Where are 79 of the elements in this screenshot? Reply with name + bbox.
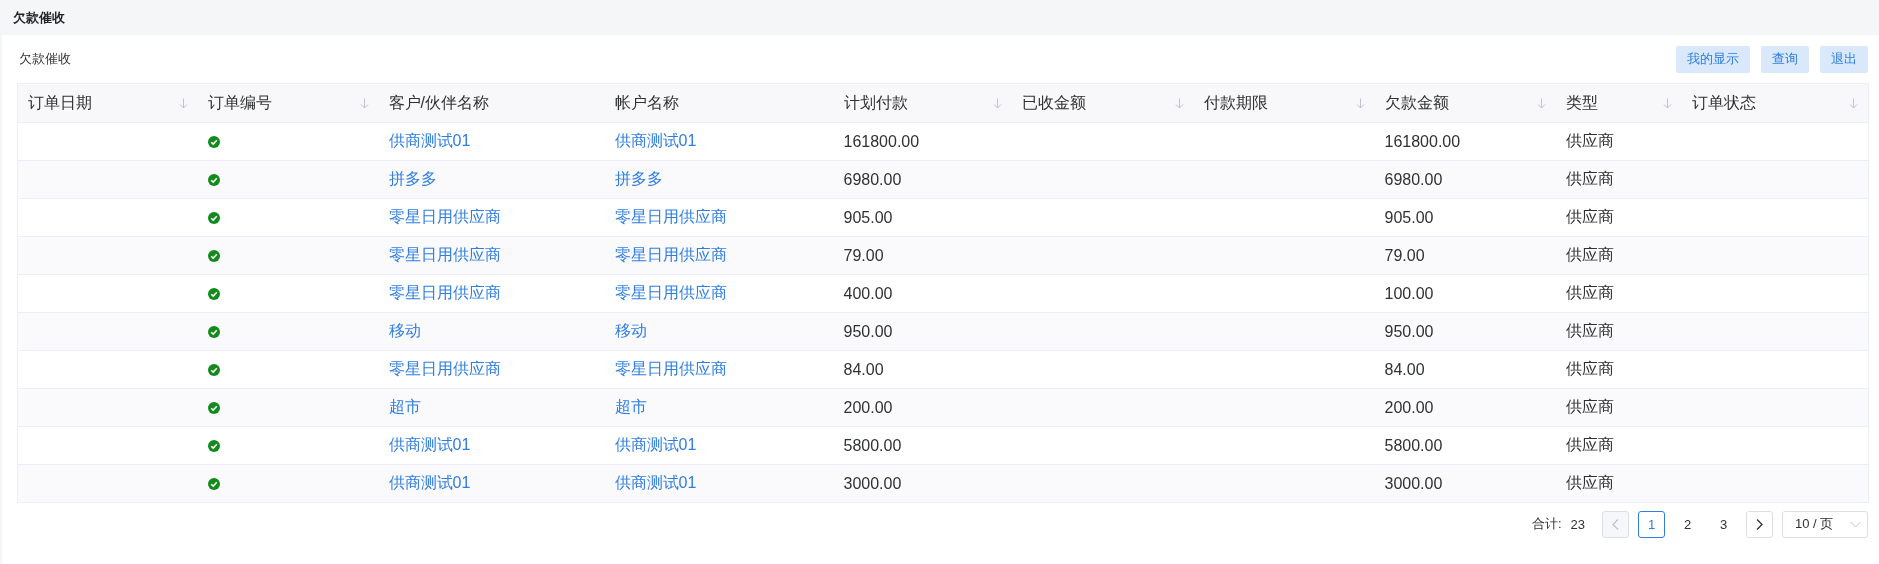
- account-link[interactable]: 拼多多: [614, 170, 663, 187]
- column-header[interactable]: 订单状态: [1681, 83, 1869, 123]
- table-cell: 供应商: [1565, 208, 1614, 225]
- account-link[interactable]: 供商测试01: [614, 474, 697, 491]
- toolbar-button[interactable]: 查询: [1761, 45, 1809, 73]
- account-link[interactable]: 零星日用供应商: [614, 360, 727, 377]
- table-cell: 161800.00: [1384, 132, 1461, 150]
- customer-link[interactable]: 拼多多: [388, 170, 437, 187]
- total-label: 合计:: [1531, 515, 1562, 533]
- table-cell: 79.00: [843, 246, 884, 264]
- table-cell: 905.00: [1384, 208, 1434, 226]
- account-link[interactable]: 超市: [614, 398, 647, 415]
- account-link[interactable]: 零星日用供应商: [614, 284, 727, 301]
- table-cell: 6980.00: [843, 170, 902, 188]
- table-cell: 3000.00: [1384, 474, 1443, 492]
- account-link[interactable]: 移动: [614, 322, 647, 339]
- sort-arrow-icon: [1662, 97, 1672, 109]
- column-header[interactable]: 欠款金额: [1374, 83, 1556, 123]
- chevron-down-icon: [1850, 520, 1861, 528]
- chevron-icon: [1756, 518, 1763, 530]
- customer-link[interactable]: 零星日用供应商: [388, 284, 501, 301]
- table-cell: 905.00: [843, 208, 893, 226]
- table-cell: 供应商: [1565, 398, 1614, 415]
- table-cell: 200.00: [1384, 398, 1434, 416]
- table-cell: 供应商: [1565, 474, 1614, 491]
- column-header[interactable]: 计划付款: [833, 83, 1012, 123]
- table-cell: 供应商: [1565, 322, 1614, 339]
- toolbar-button[interactable]: 退出: [1820, 45, 1868, 73]
- sort-arrow-icon: [178, 97, 188, 109]
- sort-arrow-icon: [1355, 97, 1365, 109]
- customer-link[interactable]: 供商测试01: [388, 132, 471, 149]
- account-link[interactable]: 零星日用供应商: [614, 208, 727, 225]
- column-header[interactable]: 订单日期: [17, 83, 198, 123]
- table-cell: 供应商: [1565, 360, 1614, 377]
- account-link[interactable]: 供商测试01: [614, 132, 697, 149]
- page-size-select[interactable]: 10 / 页: [1782, 510, 1868, 538]
- total-count: 23: [1570, 516, 1585, 532]
- toolbar-button[interactable]: 我的显示: [1676, 45, 1750, 73]
- customer-link[interactable]: 超市: [388, 398, 421, 415]
- table-cell: 供应商: [1565, 284, 1614, 301]
- sort-arrow-icon: [1536, 97, 1546, 109]
- table-cell: 84.00: [1384, 360, 1425, 378]
- table-cell: 供应商: [1565, 436, 1614, 453]
- customer-link[interactable]: 零星日用供应商: [388, 208, 501, 225]
- customer-link[interactable]: 供商测试01: [388, 436, 471, 453]
- page-title: 欠款催收: [13, 8, 65, 27]
- account-link[interactable]: 供商测试01: [614, 436, 697, 453]
- table-cell: 950.00: [843, 322, 893, 340]
- column-header[interactable]: 客户/伙伴名称: [378, 83, 605, 123]
- table-cell: 79.00: [1384, 246, 1425, 264]
- column-header[interactable]: 帐户名称: [604, 83, 834, 123]
- column-header[interactable]: 类型: [1555, 83, 1682, 123]
- table-cell: 3000.00: [843, 474, 902, 492]
- sort-arrow-icon: [992, 97, 1002, 109]
- customer-link[interactable]: 零星日用供应商: [388, 360, 501, 377]
- table-cell: 200.00: [843, 398, 893, 416]
- column-header[interactable]: 付款期限: [1193, 83, 1375, 123]
- section-title: 欠款催收: [18, 50, 71, 68]
- table-cell: 950.00: [1384, 322, 1434, 340]
- table-cell: 400.00: [843, 284, 893, 302]
- table-cell: 5800.00: [1384, 436, 1443, 454]
- page-button[interactable]: 1: [1638, 510, 1665, 538]
- chevron-icon: [1612, 518, 1619, 530]
- table-cell: 161800.00: [843, 132, 920, 150]
- table-cell: 84.00: [843, 360, 884, 378]
- table-cell: 6980.00: [1384, 170, 1443, 188]
- table-cell: 5800.00: [843, 436, 902, 454]
- table-cell: 供应商: [1565, 170, 1614, 187]
- sort-arrow-icon: [359, 97, 369, 109]
- column-header[interactable]: 已收金额: [1011, 83, 1194, 123]
- sort-arrow-icon: [1849, 97, 1858, 109]
- table-cell: 供应商: [1565, 132, 1614, 149]
- sort-arrow-icon: [1174, 97, 1184, 109]
- table-cell: 100.00: [1384, 284, 1434, 302]
- next-page-button[interactable]: [1746, 510, 1773, 538]
- column-header[interactable]: 订单编号: [197, 83, 379, 123]
- customer-link[interactable]: 移动: [388, 322, 421, 339]
- table-cell: 供应商: [1565, 246, 1614, 263]
- customer-link[interactable]: 供商测试01: [388, 474, 471, 491]
